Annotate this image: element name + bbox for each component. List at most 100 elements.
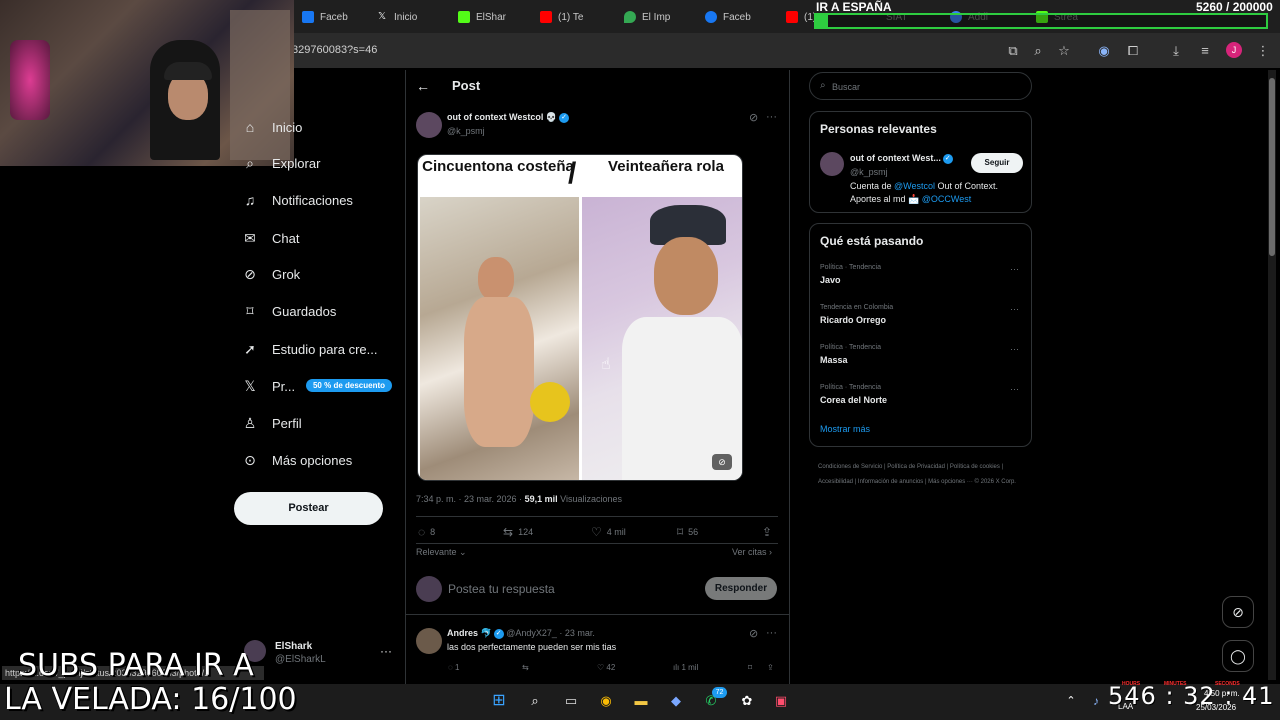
sidebar-item-estudio[interactable]: ➚ Estudio para cre... bbox=[242, 338, 377, 360]
star-icon[interactable]: ☆ bbox=[1055, 42, 1073, 60]
repost-action[interactable]: ⇆ 124 bbox=[503, 525, 533, 539]
messages-icon[interactable]: ◯ bbox=[1222, 640, 1254, 672]
trend-item[interactable]: Política · Tendencia Massa bbox=[820, 344, 881, 365]
sidebar-item-label: Chat bbox=[272, 230, 300, 246]
relevant-name[interactable]: out of context West... ✓ bbox=[850, 153, 953, 164]
chevron-down-icon: ⌄ bbox=[459, 547, 467, 557]
back-arrow-icon[interactable]: ← bbox=[416, 78, 430, 94]
comment-author[interactable]: Andres 🐬 ✓ @AndyX27_ · 23 mar. bbox=[447, 628, 595, 639]
folder-icon[interactable]: ▬ bbox=[630, 690, 652, 712]
author-name[interactable]: out of context Westcol 💀 ✓ bbox=[447, 112, 570, 123]
sort-dropdown[interactable]: Relevante ⌄ bbox=[416, 547, 467, 558]
grok-icon[interactable]: ⊘ bbox=[1222, 596, 1254, 628]
comment-avatar[interactable] bbox=[416, 628, 442, 654]
person-icon: ♙ bbox=[243, 415, 257, 431]
chrome-icon[interactable]: ◉ bbox=[595, 690, 617, 712]
repost-icon[interactable]: ⇆ bbox=[522, 663, 529, 672]
author-handle[interactable]: @k_psmj bbox=[447, 126, 485, 136]
sidebar-item-notificaciones[interactable]: ♫ Notificaciones bbox=[242, 189, 353, 211]
column-divider bbox=[789, 70, 790, 684]
trend-item[interactable]: Tendencia en Colombia Ricardo Orrego bbox=[820, 304, 893, 325]
views-action[interactable]: ılı 1 mil bbox=[673, 663, 698, 672]
bookmark-icon[interactable]: ⌑ bbox=[748, 663, 752, 672]
microphone-icon[interactable]: ♪ bbox=[1085, 690, 1107, 712]
more-icon[interactable]: ··· bbox=[766, 111, 777, 123]
more-icon[interactable]: ··· bbox=[380, 644, 392, 658]
grok-icon[interactable]: ⊘ bbox=[749, 111, 758, 124]
subs-goal-line2: LA VELADA: 16/100 bbox=[4, 682, 297, 717]
browser-tab[interactable]: ElShar bbox=[452, 4, 512, 30]
scrollbar-thumb[interactable] bbox=[1269, 78, 1275, 256]
facebook-icon bbox=[302, 11, 314, 23]
post-button[interactable]: Postear bbox=[234, 492, 383, 525]
grok-icon[interactable]: ⊘ bbox=[749, 627, 758, 640]
premium-discount-badge[interactable]: 50 % de descuento bbox=[306, 379, 392, 392]
more-icon[interactable]: ··· bbox=[1010, 304, 1019, 314]
sidebar-item-guardados[interactable]: ⌑ Guardados bbox=[242, 300, 336, 322]
kebab-menu-icon[interactable]: ⋮ bbox=[1254, 42, 1272, 60]
home-icon: ⌂ bbox=[245, 119, 255, 135]
more-icon[interactable]: ··· bbox=[1010, 344, 1019, 354]
profile-avatar[interactable]: J bbox=[1226, 42, 1242, 58]
app-icon[interactable]: ▣ bbox=[770, 690, 792, 712]
view-quotes-link[interactable]: Ver citas › bbox=[732, 547, 772, 557]
author-avatar[interactable] bbox=[416, 112, 442, 138]
comment-text: las dos perfectamente pueden ser mis tia… bbox=[447, 642, 617, 652]
browser-tab[interactable]: Faceb bbox=[296, 4, 354, 30]
more-icon[interactable]: ··· bbox=[766, 627, 777, 639]
clock-date[interactable]: 25/03/2026 bbox=[1196, 703, 1236, 712]
chevron-up-icon[interactable]: ⌃ bbox=[1060, 690, 1082, 712]
sidebar-item-premium[interactable]: 𝕏 Pr... bbox=[242, 375, 295, 397]
extensions-icon[interactable]: ⧠ bbox=[1124, 42, 1142, 60]
more-icon[interactable]: ··· bbox=[1010, 264, 1019, 274]
reply-action[interactable]: ◌ 8 bbox=[418, 525, 435, 539]
sidebar-item-grok[interactable]: ⊘ Grok bbox=[242, 263, 300, 285]
bookmark-action[interactable]: ⌑ 56 bbox=[677, 525, 698, 539]
more-icon[interactable]: ··· bbox=[1010, 384, 1019, 394]
mention-link[interactable]: @OCCWest bbox=[922, 194, 971, 204]
clock-time[interactable]: 4:50 p. m. bbox=[1204, 689, 1240, 698]
browser-tab[interactable]: El Imp bbox=[618, 4, 676, 30]
trend-item[interactable]: Política · Tendencia Javo bbox=[820, 264, 881, 285]
like-action[interactable]: ♡ 4 mil bbox=[591, 525, 626, 539]
show-more-link[interactable]: Mostrar más bbox=[820, 424, 870, 434]
browser-tab[interactable]: 𝕏 Inicio bbox=[370, 4, 423, 30]
like-action[interactable]: ♡ 42 bbox=[597, 663, 615, 672]
browser-tab[interactable]: Faceb bbox=[699, 4, 757, 30]
reply-input[interactable]: Postea tu respuesta bbox=[448, 582, 555, 596]
footer-links[interactable]: Condiciones de Servicio | Política de Pr… bbox=[818, 460, 1018, 490]
url-field[interactable]: 329760083?s=46 bbox=[292, 44, 377, 56]
share-icon: ⇪ bbox=[762, 525, 773, 539]
share-action[interactable]: ⇪ bbox=[762, 525, 772, 539]
sidebar-item-mas-opciones[interactable]: ⊙ Más opciones bbox=[242, 449, 352, 471]
follow-button[interactable]: Seguir bbox=[971, 153, 1023, 173]
windows-start-icon[interactable]: ⊞ bbox=[488, 690, 510, 712]
grok-icon: ⊘ bbox=[244, 266, 256, 282]
avatar[interactable] bbox=[820, 152, 844, 176]
install-app-icon[interactable]: ⧉ bbox=[1004, 42, 1022, 60]
photo-right bbox=[582, 197, 742, 480]
sidebar-item-explorar[interactable]: ⌕ Explorar bbox=[242, 152, 320, 174]
app-icon[interactable]: ◆ bbox=[665, 690, 687, 712]
share-icon[interactable]: ⇪ bbox=[767, 663, 774, 672]
reply-action[interactable]: ◌ 1 bbox=[448, 663, 459, 672]
grok-icon[interactable]: ⊘ bbox=[712, 454, 732, 470]
mention-link[interactable]: @Westcol bbox=[894, 181, 935, 191]
post-media[interactable]: Cincuentona costeña / Veinteañera rola ⊘ bbox=[417, 154, 743, 481]
download-icon[interactable]: ⤓ bbox=[1167, 42, 1185, 60]
browser-tab[interactable]: (1) Te bbox=[534, 4, 589, 30]
reply-button[interactable]: Responder bbox=[705, 577, 777, 600]
zoom-icon[interactable]: ⌕ bbox=[1029, 42, 1047, 60]
youtube-icon bbox=[786, 11, 798, 23]
sidebar-item-perfil[interactable]: ♙ Perfil bbox=[242, 412, 302, 434]
search-input[interactable]: ⌕ Buscar bbox=[809, 72, 1032, 100]
chatgpt-icon[interactable]: ✿ bbox=[736, 690, 758, 712]
task-view-icon[interactable]: ▭ bbox=[560, 690, 582, 712]
read-aloud-icon[interactable]: ◉ bbox=[1095, 42, 1113, 60]
media-control-icon[interactable]: ≡ bbox=[1196, 42, 1214, 60]
countdown-timer: 546 : 32 : 41 bbox=[1108, 682, 1275, 710]
sidebar-item-chat[interactable]: ✉ Chat bbox=[242, 227, 299, 249]
search-icon[interactable]: ⌕ bbox=[524, 690, 546, 712]
trend-item[interactable]: Política · Tendencia Corea del Norte bbox=[820, 384, 887, 405]
sidebar-item-inicio[interactable]: ⌂ Inicio bbox=[242, 116, 303, 138]
